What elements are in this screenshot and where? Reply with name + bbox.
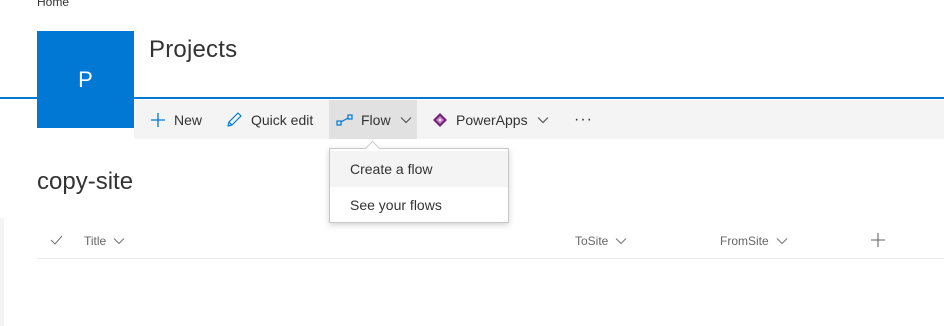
more-options-icon: ··· xyxy=(574,110,593,128)
column-header-tosite[interactable]: ToSite xyxy=(575,232,627,250)
quick-edit-button-label: Quick edit xyxy=(251,111,314,128)
column-header-label: Title xyxy=(84,234,107,248)
new-button-label: New xyxy=(174,111,203,128)
checkmark-icon xyxy=(50,234,63,248)
column-header-fromsite[interactable]: FromSite xyxy=(720,232,788,250)
add-column-button[interactable] xyxy=(871,232,885,250)
column-header-title[interactable]: Title xyxy=(84,232,125,250)
powerapps-icon xyxy=(432,112,448,128)
chevron-down-icon xyxy=(400,116,412,124)
flow-button[interactable]: Flow xyxy=(329,100,417,139)
select-all-checkbox[interactable] xyxy=(50,232,63,250)
quick-edit-button[interactable]: Quick edit xyxy=(226,100,313,139)
menu-item-create-a-flow[interactable]: Create a flow xyxy=(330,151,508,187)
flow-dropdown-menu: Create a flow See your flows xyxy=(329,140,509,223)
plus-icon xyxy=(150,112,166,128)
new-button[interactable]: New xyxy=(150,100,202,139)
flow-icon xyxy=(336,113,353,127)
column-header-divider xyxy=(37,258,944,259)
flow-button-label: Flow xyxy=(361,111,391,128)
chevron-down-icon xyxy=(776,237,788,245)
breadcrumb-home[interactable]: Home xyxy=(37,0,69,9)
more-options-button[interactable]: ··· xyxy=(574,100,593,139)
menu-item-label: See your flows xyxy=(350,197,442,213)
site-logo-letter: P xyxy=(78,66,93,92)
powerapps-button[interactable]: PowerApps xyxy=(432,100,549,139)
chevron-down-icon xyxy=(113,237,125,245)
plus-icon xyxy=(871,232,885,250)
left-pane-edge xyxy=(0,218,4,326)
menu-item-see-your-flows[interactable]: See your flows xyxy=(330,187,508,223)
powerapps-button-label: PowerApps xyxy=(456,111,528,128)
column-header-label: FromSite xyxy=(720,234,769,248)
list-title: copy-site xyxy=(37,168,134,195)
header-divider xyxy=(0,97,944,99)
chevron-down-icon xyxy=(615,237,627,245)
sharepoint-list-page: Home P Projects New Quick edit Flow Powe… xyxy=(0,0,944,326)
pencil-icon xyxy=(226,111,243,128)
column-header-label: ToSite xyxy=(575,234,609,248)
chevron-down-icon xyxy=(537,116,549,124)
site-title[interactable]: Projects xyxy=(149,36,237,64)
menu-item-label: Create a flow xyxy=(350,161,433,177)
site-logo[interactable]: P xyxy=(37,31,134,128)
